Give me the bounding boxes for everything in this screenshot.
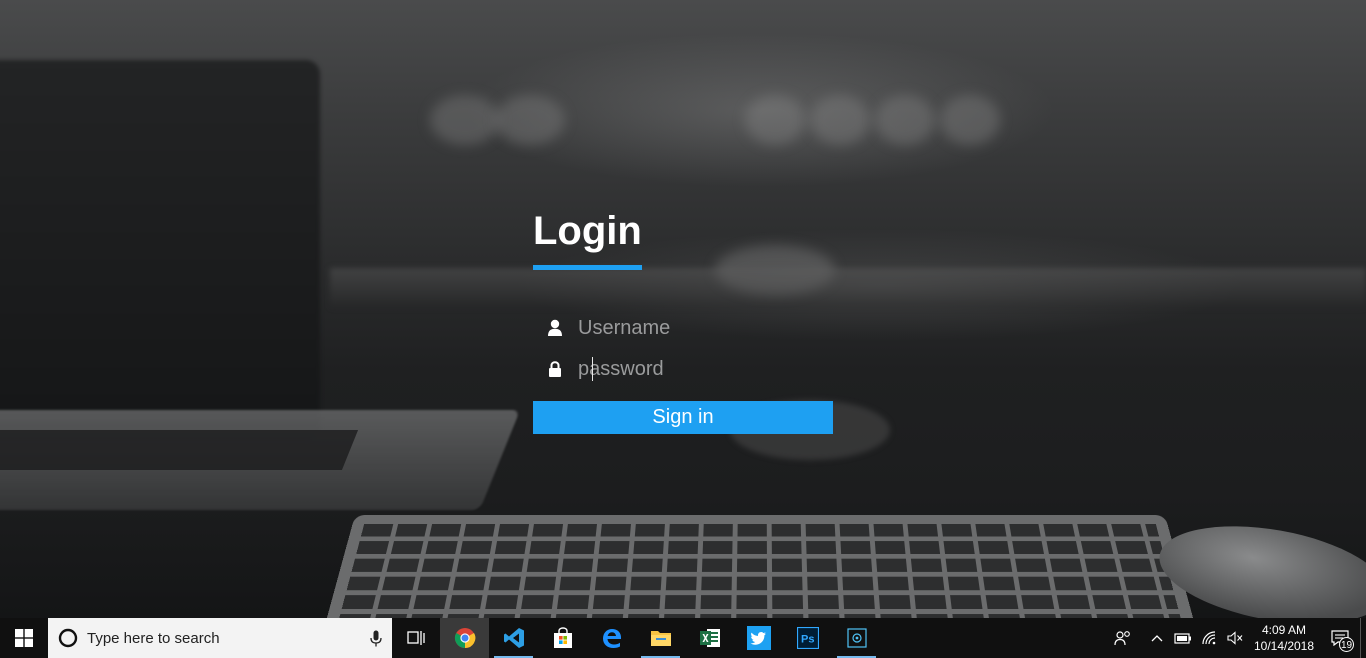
sign-in-button[interactable]: Sign in: [533, 401, 833, 434]
wifi-icon[interactable]: [1196, 618, 1222, 658]
clock-date: 10/14/2018: [1253, 639, 1315, 653]
password-field: [547, 349, 833, 389]
app-icon: [846, 628, 867, 648]
taskbar-search-box[interactable]: Type here to search: [48, 618, 392, 658]
store-icon: [553, 627, 572, 648]
lock-icon: [547, 359, 563, 379]
windows-logo-icon: [15, 629, 33, 647]
login-title: Login: [533, 209, 642, 253]
show-desktop-button[interactable]: [1360, 618, 1366, 658]
battery-icon[interactable]: [1170, 618, 1196, 658]
taskbar-app-excel[interactable]: [685, 618, 734, 658]
background-bokeh: [495, 95, 565, 145]
svg-text:Ps: Ps: [801, 634, 814, 646]
taskbar-app-twitter[interactable]: [734, 618, 783, 658]
edge-icon: [602, 629, 621, 648]
cortana-icon: [58, 628, 78, 648]
vscode-icon: [503, 628, 524, 648]
title-underline: [533, 265, 642, 270]
excel-icon: [699, 629, 720, 647]
password-input[interactable]: [578, 357, 828, 381]
volume-muted-icon[interactable]: [1222, 618, 1248, 658]
taskbar: Type here to search Ps 4:09 AM 10/14/201…: [0, 618, 1366, 658]
background-bokeh: [810, 95, 870, 145]
notification-count-badge: 19: [1339, 637, 1354, 652]
background-bokeh: [430, 95, 500, 145]
clock[interactable]: 4:09 AM 10/14/2018: [1248, 622, 1320, 654]
task-view-icon: [407, 631, 425, 645]
people-icon[interactable]: [1102, 618, 1144, 658]
taskbar-app-generic[interactable]: [832, 618, 881, 658]
taskbar-app-vscode[interactable]: [489, 618, 538, 658]
photoshop-icon: Ps: [796, 627, 819, 649]
taskbar-app-store[interactable]: [538, 618, 587, 658]
system-tray: 4:09 AM 10/14/2018 19: [1102, 618, 1366, 658]
username-field: [547, 308, 833, 348]
microphone-icon[interactable]: [360, 630, 392, 647]
background-laptop-keys: [0, 430, 359, 470]
taskbar-app-edge[interactable]: [587, 618, 636, 658]
clock-time: 4:09 AM: [1261, 623, 1307, 637]
action-center-button[interactable]: 19: [1320, 618, 1360, 658]
background-bokeh: [745, 95, 805, 145]
text-caret: [592, 357, 593, 381]
background-shelf: [330, 268, 1366, 308]
background-keyboard-keys: [338, 523, 1182, 618]
search-placeholder: Type here to search: [87, 629, 220, 647]
chrome-icon: [454, 628, 475, 649]
chevron-up-icon[interactable]: [1144, 618, 1170, 658]
task-view-button[interactable]: [392, 618, 440, 658]
twitter-icon: [746, 626, 771, 650]
file-explorer-icon: [650, 631, 671, 646]
background-laptop: [0, 60, 320, 440]
login-form: Login Sign in: [533, 208, 833, 434]
taskbar-app-file-explorer[interactable]: [636, 618, 685, 658]
taskbar-app-photoshop[interactable]: Ps: [783, 618, 832, 658]
start-button[interactable]: [0, 618, 48, 658]
background-bokeh: [875, 95, 935, 145]
background-bokeh: [940, 95, 1000, 145]
user-icon: [547, 318, 563, 338]
username-input[interactable]: [578, 316, 828, 340]
taskbar-app-chrome[interactable]: [440, 618, 489, 658]
